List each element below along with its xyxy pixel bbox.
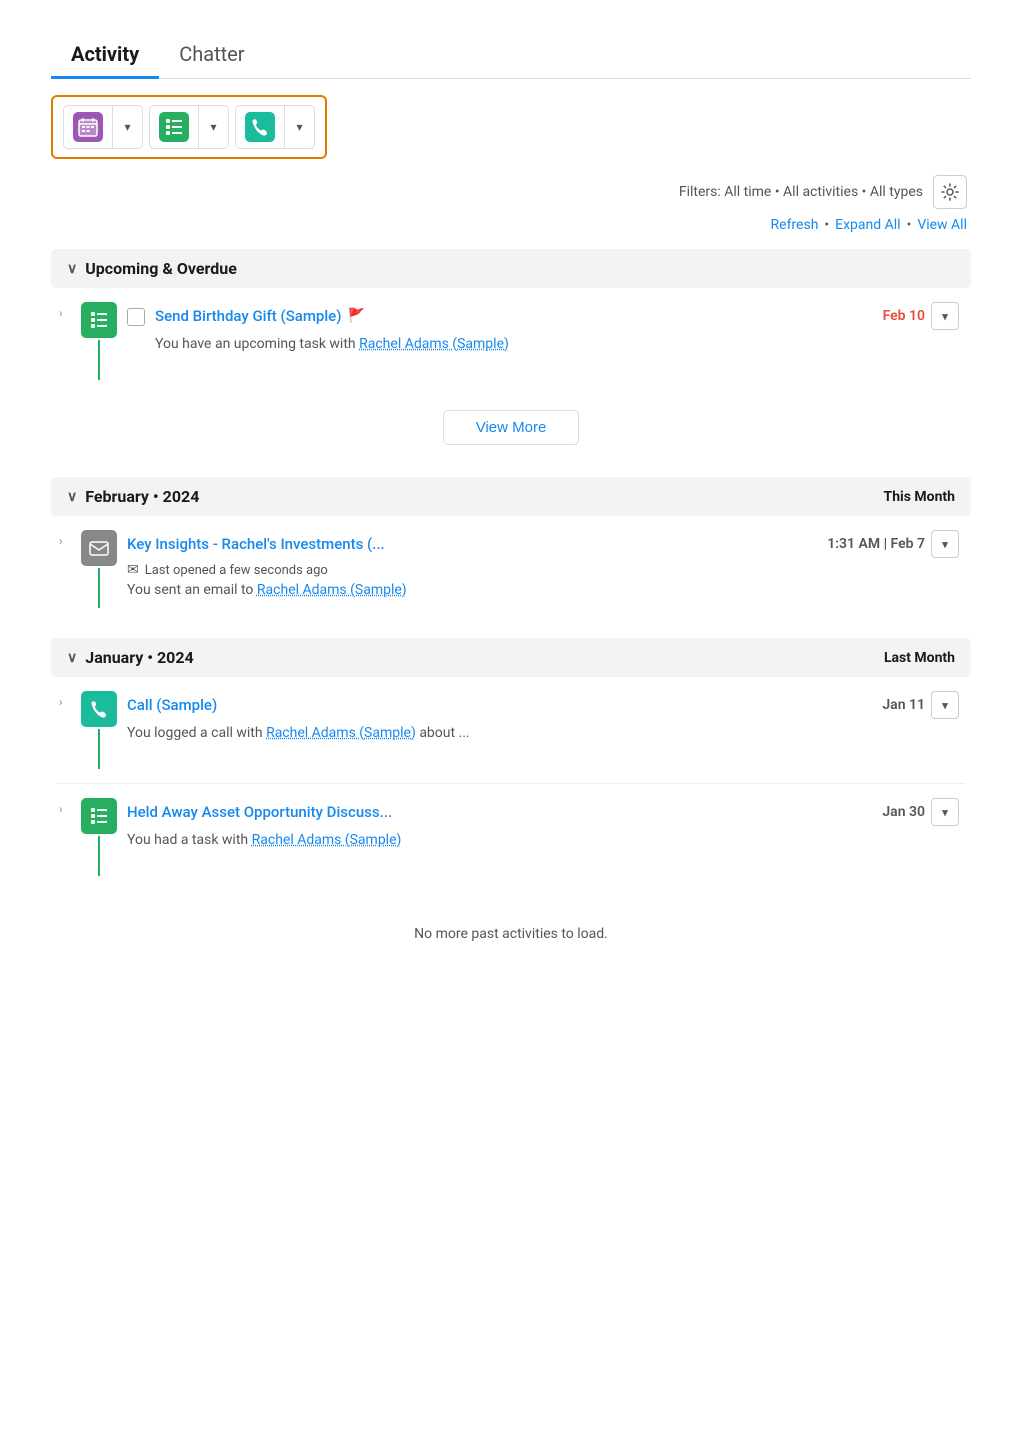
chevron-down-icon: ∨ <box>67 650 77 666</box>
tab-chatter[interactable]: Chatter <box>159 30 264 79</box>
section-header-february[interactable]: ∨ February • 2024 This Month <box>51 477 971 516</box>
filter-text: Filters: All time • All activities • All… <box>679 184 923 200</box>
list-item: › <box>57 784 965 890</box>
activity-connector-line <box>98 340 100 380</box>
section-header-january[interactable]: ∨ January • 2024 Last Month <box>51 638 971 677</box>
item-dropdown-button[interactable]: ▾ <box>931 691 959 719</box>
activity-connector-line <box>98 836 100 876</box>
action-links-row: Refresh • Expand All • View All <box>51 217 971 233</box>
expand-all-link[interactable]: Expand All <box>835 217 900 233</box>
contact-link[interactable]: Rachel Adams (Sample) <box>359 336 509 352</box>
section-title-january: January • 2024 <box>85 648 193 667</box>
section-upcoming-overdue: ∨ Upcoming & Overdue › <box>51 249 971 461</box>
calendar-icon <box>73 112 103 142</box>
email-opened-text: Last opened a few seconds ago <box>145 563 328 578</box>
expand-arrow-icon[interactable]: › <box>59 530 71 548</box>
activity-connector-line <box>98 729 100 769</box>
email-opened-row: ✉ Last opened a few seconds ago <box>127 562 959 578</box>
new-log-dropdown[interactable]: ▾ <box>199 105 229 149</box>
tabs-bar: Activity Chatter <box>51 30 971 79</box>
task-icon <box>81 798 117 834</box>
section-title-february: February • 2024 <box>85 487 199 506</box>
expand-arrow-icon[interactable]: › <box>59 691 71 709</box>
february-items: › Key Insights - Rachel's Investments (.… <box>51 516 971 622</box>
activity-title-row: Held Away Asset Opportunity Discuss... J… <box>127 798 959 826</box>
activity-content: Send Birthday Gift (Sample) 🚩 Feb 10 ▾ Y… <box>155 302 959 355</box>
action-buttons-bar: ▾ ▾ <box>51 95 327 159</box>
chevron-down-icon: ∨ <box>67 261 77 277</box>
new-call-dropdown[interactable]: ▾ <box>285 105 315 149</box>
contact-link[interactable]: Rachel Adams (Sample) <box>257 582 407 598</box>
new-call-button[interactable] <box>235 105 285 149</box>
january-items: › Call (Sample) Jan 1 <box>51 677 971 890</box>
activity-connector-line <box>98 568 100 608</box>
activity-title-row: Key Insights - Rachel's Investments (...… <box>127 530 959 558</box>
tab-activity[interactable]: Activity <box>51 30 159 79</box>
activity-description: You have an upcoming task with Rachel Ad… <box>155 334 959 355</box>
list-icon <box>159 112 189 142</box>
new-call-group: ▾ <box>235 105 315 149</box>
activity-date: Jan 11 ▾ <box>882 691 959 719</box>
activity-icon-wrapper <box>81 798 117 876</box>
new-task-button[interactable] <box>63 105 113 149</box>
activity-date: Feb 10 ▾ <box>883 302 959 330</box>
upcoming-items: › <box>51 288 971 394</box>
filter-settings-button[interactable] <box>933 175 967 209</box>
new-log-group: ▾ <box>149 105 229 149</box>
phone-icon <box>245 112 275 142</box>
activity-title-row: Call (Sample) Jan 11 ▾ <box>127 691 959 719</box>
activity-icon-wrapper <box>81 530 117 608</box>
expand-arrow-icon[interactable]: › <box>59 798 71 816</box>
item-dropdown-button[interactable]: ▾ <box>931 798 959 826</box>
view-more-button[interactable]: View More <box>443 410 580 445</box>
new-log-button[interactable] <box>149 105 199 149</box>
contact-link[interactable]: Rachel Adams (Sample) <box>266 725 416 741</box>
view-more-row: View More <box>51 394 971 461</box>
activity-content: Held Away Asset Opportunity Discuss... J… <box>127 798 959 851</box>
list-item: › <box>57 288 965 394</box>
email-icon <box>81 530 117 566</box>
section-label-this-month: This Month <box>884 489 955 505</box>
expand-arrow-icon[interactable]: › <box>59 302 71 320</box>
list-item: › Call (Sample) Jan 1 <box>57 677 965 784</box>
item-dropdown-button[interactable]: ▾ <box>931 302 959 330</box>
section-january-2024: ∨ January • 2024 Last Month › <box>51 638 971 890</box>
email-opened-icon: ✉ <box>127 562 139 578</box>
activity-date: 1:31 AM | Feb 7 ▾ <box>827 530 959 558</box>
item-dropdown-button[interactable]: ▾ <box>931 530 959 558</box>
task-icon <box>81 302 117 338</box>
new-task-group: ▾ <box>63 105 143 149</box>
activity-content: Call (Sample) Jan 11 ▾ You logged a call… <box>127 691 959 744</box>
activity-title-link[interactable]: Call (Sample) <box>127 696 217 714</box>
filter-row: Filters: All time • All activities • All… <box>51 175 971 209</box>
contact-link[interactable]: Rachel Adams (Sample) <box>252 832 402 848</box>
phone-call-icon <box>81 691 117 727</box>
view-all-link[interactable]: View All <box>917 217 967 233</box>
activity-description: You had a task with Rachel Adams (Sample… <box>127 830 959 851</box>
activity-date: Jan 30 ▾ <box>882 798 959 826</box>
task-checkbox[interactable] <box>127 308 145 326</box>
activity-icon-wrapper <box>81 691 117 769</box>
activity-icon-wrapper <box>81 302 117 380</box>
activity-content: Key Insights - Rachel's Investments (...… <box>127 530 959 601</box>
activity-title-link[interactable]: Send Birthday Gift (Sample) 🚩 <box>155 307 365 325</box>
no-more-activities-text: No more past activities to load. <box>51 906 971 962</box>
list-item: › Key Insights - Rachel's Investments (.… <box>57 516 965 622</box>
refresh-link[interactable]: Refresh <box>771 217 819 233</box>
activity-title-link[interactable]: Held Away Asset Opportunity Discuss... <box>127 803 392 821</box>
activity-description: You sent an email to Rachel Adams (Sampl… <box>127 580 959 601</box>
activity-title-row: Send Birthday Gift (Sample) 🚩 Feb 10 ▾ <box>155 302 959 330</box>
section-february-2024: ∨ February • 2024 This Month › <box>51 477 971 622</box>
section-header-upcoming[interactable]: ∨ Upcoming & Overdue <box>51 249 971 288</box>
section-label-last-month: Last Month <box>884 650 955 666</box>
activity-description: You logged a call with Rachel Adams (Sam… <box>127 723 959 744</box>
flag-icon: 🚩 <box>347 308 364 324</box>
activity-title-link[interactable]: Key Insights - Rachel's Investments (... <box>127 535 385 553</box>
new-task-dropdown[interactable]: ▾ <box>113 105 143 149</box>
chevron-down-icon: ∨ <box>67 489 77 505</box>
section-title-upcoming: Upcoming & Overdue <box>85 259 237 278</box>
